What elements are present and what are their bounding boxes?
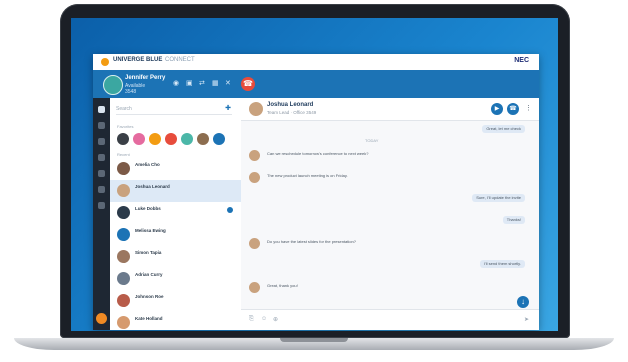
brand-name: UNIVERGE BLUE <box>113 57 163 63</box>
favorite-avatar[interactable] <box>181 133 193 145</box>
conversation-list: Search ✚ Favorites Recent Amelia Cho Josh… <box>110 98 242 330</box>
compose-bar[interactable]: ⎘ ☺ ⊕ ➤ <box>241 309 539 330</box>
my-avatar[interactable] <box>103 75 123 95</box>
outgoing-message: Thanks! <box>502 216 525 224</box>
avatar <box>117 162 130 175</box>
contact-name: Melissa Ewing <box>135 228 166 233</box>
recent-label: Recent <box>117 152 130 157</box>
title-bar: UNIVERGE BLUE CONNECT NEC <box>93 54 539 71</box>
chat-avatar[interactable] <box>249 102 263 116</box>
favorite-avatar[interactable] <box>117 133 129 145</box>
hang-up-button[interactable]: ☎ <box>241 77 255 91</box>
sender-avatar <box>249 150 260 161</box>
list-item[interactable]: Amelia Cho <box>110 158 241 180</box>
video-icon[interactable]: ▣ <box>186 80 193 87</box>
contact-name: Amelia Cho <box>135 162 160 167</box>
sender-avatar <box>249 238 260 249</box>
sender-avatar <box>249 172 260 183</box>
profile-nav-icon[interactable] <box>96 313 107 324</box>
search-input[interactable]: Search <box>116 104 232 115</box>
laptop-notch <box>280 338 348 342</box>
date-separator: TODAY <box>365 138 379 143</box>
avatar <box>117 206 130 219</box>
attach-icon[interactable]: ⎘ <box>249 316 254 323</box>
calls-nav-icon[interactable] <box>98 138 105 145</box>
list-item[interactable]: Johnson Roe <box>110 290 241 312</box>
outgoing-message: I'll send them shortly. <box>479 260 525 268</box>
avatar <box>117 184 130 197</box>
incoming-message: Can we reschedule tomorrow's conference … <box>267 151 369 156</box>
send-icon[interactable]: ➤ <box>524 316 529 323</box>
favorite-avatar[interactable] <box>213 133 225 145</box>
my-extension: 3548 <box>125 89 137 95</box>
my-name: Jennifer Perry <box>125 75 166 81</box>
emoji-icon[interactable]: ☺ <box>261 316 267 322</box>
contact-name: Simon Tapia <box>135 250 162 255</box>
incoming-message: Great, thank you! <box>267 283 298 288</box>
avatar <box>117 316 130 329</box>
user-header: Jennifer Perry Available 3548 ◉ ▣ ⇄ ▦ ✕ … <box>93 70 539 98</box>
list-item[interactable]: Simon Tapia <box>110 246 241 268</box>
more-options-icon[interactable]: ⋮ <box>525 104 532 112</box>
incoming-message: Do you have the latest slides for the pr… <box>267 239 356 244</box>
new-message-button[interactable]: ↓ <box>517 296 529 308</box>
contact-name: Johnson Roe <box>135 294 164 299</box>
chat-contact-status: Team Lead · Office 3549 <box>267 110 317 115</box>
keypad-icon[interactable]: ▦ <box>212 80 219 87</box>
nav-rail <box>93 98 110 330</box>
list-item[interactable]: Adrian Curry <box>110 268 241 290</box>
voicemail-nav-icon[interactable] <box>98 154 105 161</box>
vendor-logo: NEC <box>514 57 529 64</box>
app-window: UNIVERGE BLUE CONNECT NEC Jennifer Perry… <box>93 54 539 330</box>
list-item[interactable]: Luke Dobbs <box>110 202 241 224</box>
list-item[interactable]: Kate Holland <box>110 312 241 330</box>
incoming-message: The new product launch meeting is on Fri… <box>267 173 348 178</box>
brand-logo-icon <box>101 58 109 66</box>
chat-nav-icon[interactable] <box>98 106 105 113</box>
favorites-label: Favorites <box>117 124 134 129</box>
search-placeholder: Search <box>116 106 132 112</box>
meetings-nav-icon[interactable] <box>98 170 105 177</box>
settings-nav-icon[interactable] <box>98 202 105 209</box>
favorite-avatar[interactable] <box>197 133 209 145</box>
chat-header: Joshua Leonard Team Lead · Office 3549 ▶… <box>241 98 539 121</box>
avatar <box>117 272 130 285</box>
contacts-nav-icon[interactable] <box>98 122 105 129</box>
format-icon[interactable]: ⊕ <box>273 316 278 323</box>
contact-name: Adrian Curry <box>135 272 163 277</box>
favorite-avatar[interactable] <box>133 133 145 145</box>
outgoing-message: Sure, I'll update the invite <box>472 194 525 202</box>
contact-name: Luke Dobbs <box>135 206 161 211</box>
avatar <box>117 294 130 307</box>
mute-icon[interactable]: ✕ <box>225 80 231 87</box>
brand-sub: CONNECT <box>165 57 195 63</box>
sender-avatar <box>249 282 260 293</box>
list-item[interactable]: Joshua Leonard <box>110 180 241 202</box>
add-contact-icon[interactable]: ✚ <box>225 104 231 112</box>
outgoing-message: Great, let me check <box>482 125 525 133</box>
contact-name: Kate Holland <box>135 316 163 321</box>
unread-badge <box>227 207 233 213</box>
chat-contact-name: Joshua Leonard <box>267 102 314 108</box>
voice-call-button[interactable]: ☎ <box>507 103 519 115</box>
avatar <box>117 228 130 241</box>
video-call-button[interactable]: ▶ <box>491 103 503 115</box>
list-item[interactable]: Melissa Ewing <box>110 224 241 246</box>
transfer-icon[interactable]: ⇄ <box>199 80 205 87</box>
chat-panel: Joshua Leonard Team Lead · Office 3549 ▶… <box>241 98 539 330</box>
speaker-icon[interactable]: ◉ <box>173 80 179 87</box>
favorite-avatar[interactable] <box>149 133 161 145</box>
favorite-avatar[interactable] <box>165 133 177 145</box>
files-nav-icon[interactable] <box>98 186 105 193</box>
contact-name: Joshua Leonard <box>135 184 170 189</box>
laptop-screen: UNIVERGE BLUE CONNECT NEC Jennifer Perry… <box>71 18 558 331</box>
avatar <box>117 250 130 263</box>
